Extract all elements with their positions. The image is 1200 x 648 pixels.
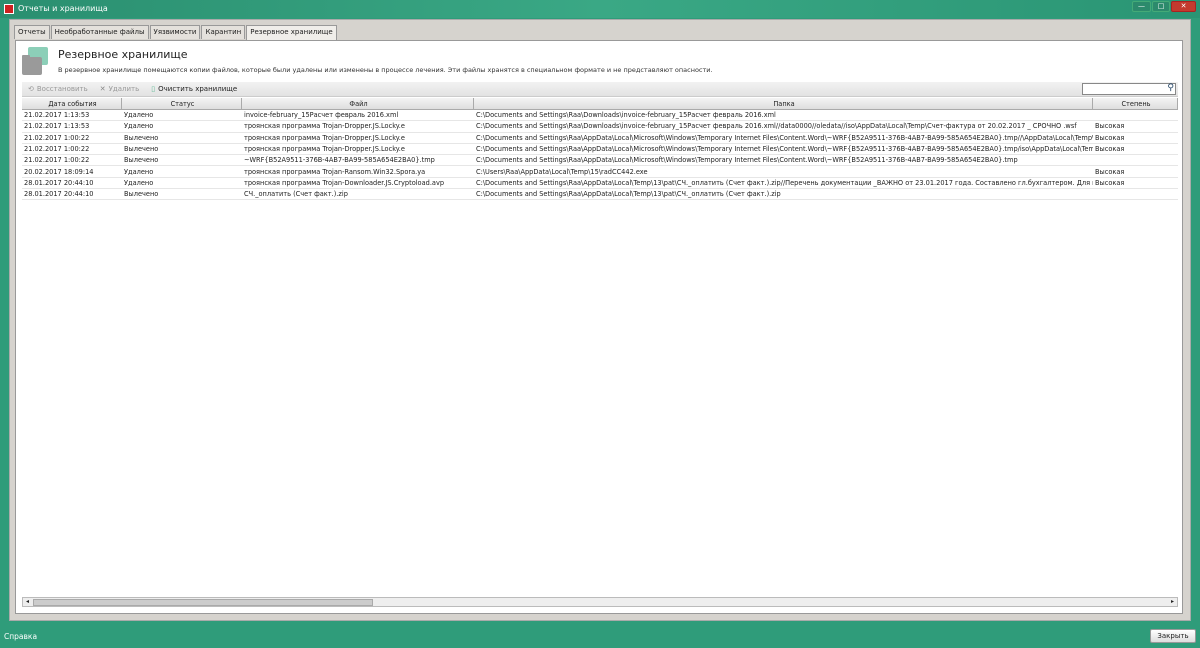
backup-table: Дата события Статус Файл Папка Степень 21.02.…	[22, 98, 1178, 598]
page-title: Резервное хранилище	[58, 48, 188, 61]
table-cell: 21.02.2017 1:00:22	[24, 145, 90, 154]
column-header[interactable]: Файл	[242, 98, 474, 110]
table-row[interactable]: 21.02.2017 1:00:22 Вылечено троянская прог…	[22, 133, 1178, 144]
table-cell: C:\Documents and Settings\Raa\AppData\Lo…	[476, 190, 781, 199]
column-header[interactable]: Статус	[122, 98, 242, 110]
app-icon	[4, 4, 14, 14]
column-header[interactable]: Папка	[474, 98, 1093, 110]
delete-button[interactable]: ✕ Удалить	[100, 85, 140, 93]
column-header[interactable]: Степень	[1093, 98, 1178, 110]
table-cell: 21.02.2017 1:00:22	[24, 156, 90, 165]
table-cell: C:\Documents and Settings\Raa\Downloads\…	[476, 122, 1077, 131]
column-header[interactable]: Дата события	[22, 98, 122, 110]
table-cell: троянская программа Trojan-Dropper.JS.Lo…	[244, 122, 405, 131]
folder-icon	[22, 47, 48, 75]
delete-icon: ✕	[99, 85, 106, 93]
help-link[interactable]: Справка	[4, 632, 37, 641]
page-description: В резервное хранилище помещаются копии ф…	[58, 66, 713, 74]
tab-0[interactable]: Отчеты	[14, 25, 50, 39]
search-input[interactable]: ⚲	[1082, 83, 1176, 95]
table-cell: Удалено	[124, 178, 154, 187]
table-cell: Удалено	[124, 111, 154, 120]
table-header: Дата события Статус Файл Папка Степень	[22, 98, 1178, 110]
table-cell: invoice-february_15Расчет февраль 2016.x…	[244, 111, 399, 120]
maximize-button[interactable]: □	[1152, 1, 1170, 12]
table-cell: 21.02.2017 1:13:53	[24, 111, 90, 120]
tab-3[interactable]: Карантин	[201, 25, 246, 39]
table-cell: Вылечено	[124, 190, 159, 199]
window-body: Отчеты Необработанные файлы Уязвимости Кара…	[9, 19, 1191, 621]
table-cell: Удалено	[124, 167, 154, 176]
table-cell: троянская программа Trojan-Downloader.JS…	[244, 178, 445, 187]
close-button[interactable]: Закрыть	[1150, 629, 1196, 643]
table-cell: 28.01.2017 20:44:10	[24, 190, 94, 199]
table-cell: Вылечено	[124, 156, 159, 165]
window-title: Отчеты и хранилища	[18, 4, 108, 13]
table-cell: 21.02.2017 1:13:53	[24, 122, 90, 131]
table-cell: 21.02.2017 1:00:22	[24, 133, 90, 142]
restore-icon: ⟲	[28, 85, 34, 93]
table-cell: ~WRF{B52A9511-376B-4AB7-BA99-585A654E2BA…	[244, 156, 435, 165]
table-row[interactable]: 28.01.2017 20:44:10 Вылечено СЧ._оплатить …	[22, 189, 1178, 201]
table-row[interactable]: 28.01.2017 20:44:10 Удалено троянская прог…	[22, 178, 1178, 190]
minimize-button[interactable]: —	[1132, 1, 1151, 12]
table-cell: C:\Documents and Settings\Raa\AppData\Lo…	[476, 133, 1093, 142]
tab-bar: Отчеты Необработанные файлы Уязвимости Кара…	[14, 25, 338, 40]
tab-2[interactable]: Уязвимости	[149, 25, 201, 39]
table-cell: Высокая	[1095, 133, 1125, 142]
search-icon[interactable]: ⚲	[1167, 83, 1174, 93]
table-row[interactable]: 21.02.2017 1:13:53 Удалено invoice-februar…	[22, 110, 1178, 122]
backup-panel: Резервное хранилище В резервное хранилищ…	[15, 40, 1183, 614]
table-cell: Вылечено	[124, 133, 159, 142]
table-row[interactable]: 20.02.2017 18:09:14 Удалено троянская прог…	[22, 166, 1178, 178]
table-cell: 28.01.2017 20:44:10	[24, 178, 94, 187]
table-cell: Удалено	[124, 122, 154, 131]
table-cell: Высокая	[1095, 167, 1125, 176]
title-bar: Отчеты и хранилища — □ ✕	[0, 0, 1200, 18]
table-cell: C:\Documents and Settings\Raa\AppData\Lo…	[476, 156, 1018, 165]
table-cell: троянская программа Trojan-Ransom.Win32.…	[244, 167, 426, 176]
table-cell: СЧ._оплатить (Счет факт.).zip	[244, 190, 348, 199]
scrollbar-thumb[interactable]	[33, 599, 373, 606]
scroll-right-icon[interactable]: ▸	[1168, 598, 1177, 606]
table-cell: C:\Documents and Settings\Raa\Downloads\…	[476, 111, 776, 120]
tab-1[interactable]: Необработанные файлы	[50, 25, 149, 39]
table-cell: Вылечено	[124, 145, 159, 154]
table-row[interactable]: 21.02.2017 1:00:22 Вылечено ~WRF{B52A9511-…	[22, 155, 1178, 167]
close-window-button[interactable]: ✕	[1171, 1, 1196, 12]
table-cell: C:\Documents and Settings\Raa\AppData\Lo…	[476, 145, 1093, 154]
table-cell: 20.02.2017 18:09:14	[24, 167, 94, 176]
table-cell: Высокая	[1095, 145, 1125, 154]
table-cell: Высокая	[1095, 122, 1125, 131]
table-row[interactable]: 21.02.2017 1:00:22 Вылечено троянская прог…	[22, 144, 1178, 156]
tab-4[interactable]: Резервное хранилище	[246, 25, 337, 40]
horizontal-scrollbar[interactable]: ◂ ▸	[22, 597, 1178, 607]
table-row[interactable]: 21.02.2017 1:13:53 Удалено троянская прогр…	[22, 121, 1178, 133]
table-cell: троянская программа Trojan-Dropper.JS.Lo…	[244, 145, 405, 154]
restore-button[interactable]: ⟲ Восстановить	[28, 85, 88, 93]
toolbar: ⟲ Восстановить ✕ Удалить ▯ Очистить хранили…	[22, 82, 1178, 97]
table-cell: C:\Documents and Settings\Raa\AppData\Lo…	[476, 178, 1093, 187]
table-cell: Высокая	[1095, 178, 1125, 187]
table-cell: C:\Users\Raa\AppData\Local\Temp\15\radCC…	[476, 167, 648, 176]
scroll-left-icon[interactable]: ◂	[23, 598, 32, 606]
clear-storage-button[interactable]: ▯ Очистить хранилище	[151, 85, 237, 93]
table-cell: троянская программа Trojan-Dropper.JS.Lo…	[244, 133, 405, 142]
clear-icon: ▯	[151, 85, 156, 93]
